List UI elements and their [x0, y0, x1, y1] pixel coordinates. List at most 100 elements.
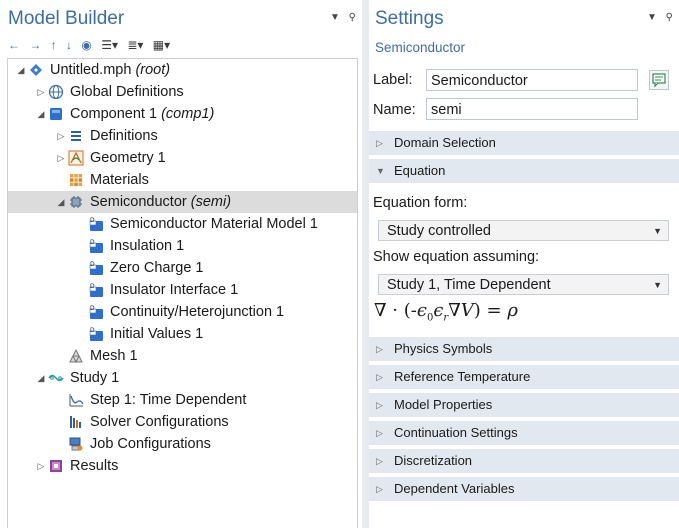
forward-arrow-icon[interactable]: →	[29, 38, 41, 52]
chevron-down-icon: ▼	[376, 166, 385, 176]
panel-divider[interactable]	[362, 0, 369, 528]
tree-item[interactable]: ◢ Semiconductor (semi)	[8, 191, 357, 213]
down-arrow-icon[interactable]: ↓	[66, 38, 72, 52]
show-icon[interactable]: ◉	[81, 38, 91, 52]
triangle-down-icon[interactable]: ▼	[647, 12, 657, 23]
model-builder-toolbar: ← → ↑ ↓ ◉ ☰▾ ≣▾ ▦▾	[8, 38, 176, 54]
pin-icon[interactable]: ⚲	[349, 12, 356, 23]
tree-item[interactable]: D Initial Values 1	[8, 323, 357, 345]
tree-item-tag: (comp1)	[161, 106, 215, 122]
results-icon	[48, 458, 64, 474]
settings-panel: Settings ▼ ⚲ Semiconductor Label: Semico…	[369, 0, 679, 528]
section-equation[interactable]: ▼ Equation	[369, 159, 679, 183]
tree-item[interactable]: ▷ Results	[8, 455, 357, 477]
label-field[interactable]: Semiconductor	[426, 69, 638, 91]
equation-form-select[interactable]: Study controlled ▼	[378, 220, 669, 241]
collapsed-toggle-icon[interactable]: ▷	[36, 455, 46, 477]
tree-item-label: Insulator Interface 1	[110, 282, 239, 298]
tree-item[interactable]: ▷ Definitions	[8, 125, 357, 147]
expand-icon[interactable]: ☰▾	[101, 38, 118, 52]
tree-item-label: Untitled.mph (root)	[50, 62, 171, 78]
tree-item[interactable]: ◢ Component 1 (comp1)	[8, 103, 357, 125]
chevron-right-icon: ▷	[376, 428, 383, 438]
section-model-properties[interactable]: ▷ Model Properties	[369, 393, 679, 417]
chevron-right-icon: ▷	[376, 344, 383, 354]
expanded-toggle-icon[interactable]: ◢	[56, 191, 66, 213]
tree-item-label: Solver Configurations	[90, 414, 229, 430]
expanded-toggle-icon[interactable]: ◢	[36, 367, 46, 389]
section-physics-symbols[interactable]: ▷ Physics Symbols	[369, 337, 679, 361]
comment-icon	[652, 73, 666, 88]
tree-item-label: Component 1 (comp1)	[70, 106, 215, 122]
list-icon[interactable]: ≣▾	[127, 38, 143, 52]
equation-form-label: Equation form:	[373, 195, 468, 211]
settings-title: Settings	[375, 8, 444, 29]
section-discretization[interactable]: ▷ Discretization	[369, 449, 679, 473]
tree-item[interactable]: ▷ Geometry 1	[8, 147, 357, 169]
show-equation-select[interactable]: Study 1, Time Dependent ▼	[378, 274, 669, 295]
collapsed-toggle-icon[interactable]: ▷	[56, 125, 66, 147]
svg-text:D: D	[90, 327, 95, 334]
settings-subtitle: Semiconductor	[375, 40, 466, 55]
collapsed-toggle-icon[interactable]: ▷	[56, 147, 66, 169]
tree-item-label: Semiconductor Material Model 1	[110, 216, 318, 232]
tree-item[interactable]: ◢ Untitled.mph (root)	[8, 59, 357, 81]
tree-item[interactable]: Solver Configurations	[8, 411, 357, 433]
globe-icon	[48, 84, 64, 100]
tree-item-tag: (root)	[135, 62, 171, 78]
up-arrow-icon[interactable]: ↑	[51, 38, 57, 52]
name-field[interactable]: semi	[426, 98, 638, 120]
mesh-icon	[68, 348, 84, 364]
settings-header: Settings ▼ ⚲	[369, 0, 679, 34]
chevron-right-icon: ▷	[376, 484, 383, 494]
tree-item[interactable]: D Continuity/Heterojunction 1	[8, 301, 357, 323]
tree-item[interactable]: D Insulation 1	[8, 235, 357, 257]
back-arrow-icon[interactable]: ←	[8, 38, 20, 52]
collapsed-toggle-icon[interactable]: ▷	[36, 81, 46, 103]
tree-item-tag: (semi)	[190, 194, 232, 210]
section-reference-temperature[interactable]: ▷ Reference Temperature	[369, 365, 679, 389]
tree-item-label: Results	[70, 458, 119, 474]
model-builder-header: Model Builder ▼ ⚲	[0, 0, 362, 34]
show-equation-label: Show equation assuming:	[373, 249, 540, 265]
label-edit-button[interactable]	[649, 70, 669, 90]
dropdown-arrow-icon: ▼	[653, 226, 662, 236]
tree-item[interactable]: Materials	[8, 169, 357, 191]
semiconductor-icon	[68, 194, 84, 210]
expanded-toggle-icon[interactable]: ◢	[16, 59, 26, 81]
tree-item-label: Geometry 1	[90, 150, 166, 166]
triangle-down-icon[interactable]: ▼	[330, 12, 340, 23]
tree-item-label: Step 1: Time Dependent	[90, 392, 247, 408]
tree-item-label: Mesh 1	[90, 348, 138, 364]
tree-item[interactable]: ◢ Study 1	[8, 367, 357, 389]
grid-icon[interactable]: ▦▾	[153, 38, 170, 52]
tree-item-label: Global Definitions	[70, 84, 184, 100]
tree-item-label: Definitions	[90, 128, 158, 144]
model-tree: ◢ Untitled.mph (root) ▷ Global Definitions ◢…	[7, 58, 358, 528]
model-builder-panel: Model Builder ▼ ⚲ ← → ↑ ↓ ◉ ☰▾ ≣▾ ▦▾ ◢ Un…	[0, 0, 362, 528]
physics-node-icon: D	[88, 304, 104, 320]
equation-display: ∇ · (-ϵ0ϵr∇V) = ρ	[374, 300, 518, 324]
dropdown-arrow-icon: ▼	[653, 280, 662, 290]
section-label: Discretization	[394, 453, 473, 468]
pin-icon[interactable]: ⚲	[666, 12, 673, 23]
chevron-right-icon: ▷	[376, 138, 383, 148]
tree-item[interactable]: D Semiconductor Material Model 1	[8, 213, 357, 235]
tree-item[interactable]: Job Configurations	[8, 433, 357, 455]
tree-item[interactable]: Step 1: Time Dependent	[8, 389, 357, 411]
expanded-toggle-icon[interactable]: ◢	[36, 103, 46, 125]
tree-item-label: Continuity/Heterojunction 1	[110, 304, 285, 320]
tree-item-label: Study 1	[70, 370, 120, 386]
tree-item[interactable]: D Zero Charge 1	[8, 257, 357, 279]
tree-item[interactable]: Mesh 1	[8, 345, 357, 367]
section-dependent-variables[interactable]: ▷ Dependent Variables	[369, 477, 679, 501]
job-icon	[68, 436, 84, 452]
section-domain-selection[interactable]: ▷ Domain Selection	[369, 131, 679, 155]
solver-icon	[68, 414, 84, 430]
tree-item[interactable]: ▷ Global Definitions	[8, 81, 357, 103]
section-continuation-settings[interactable]: ▷ Continuation Settings	[369, 421, 679, 445]
section-label: Physics Symbols	[394, 341, 493, 356]
study-icon	[48, 370, 64, 386]
section-label: Dependent Variables	[394, 481, 515, 496]
tree-item[interactable]: D Insulator Interface 1	[8, 279, 357, 301]
